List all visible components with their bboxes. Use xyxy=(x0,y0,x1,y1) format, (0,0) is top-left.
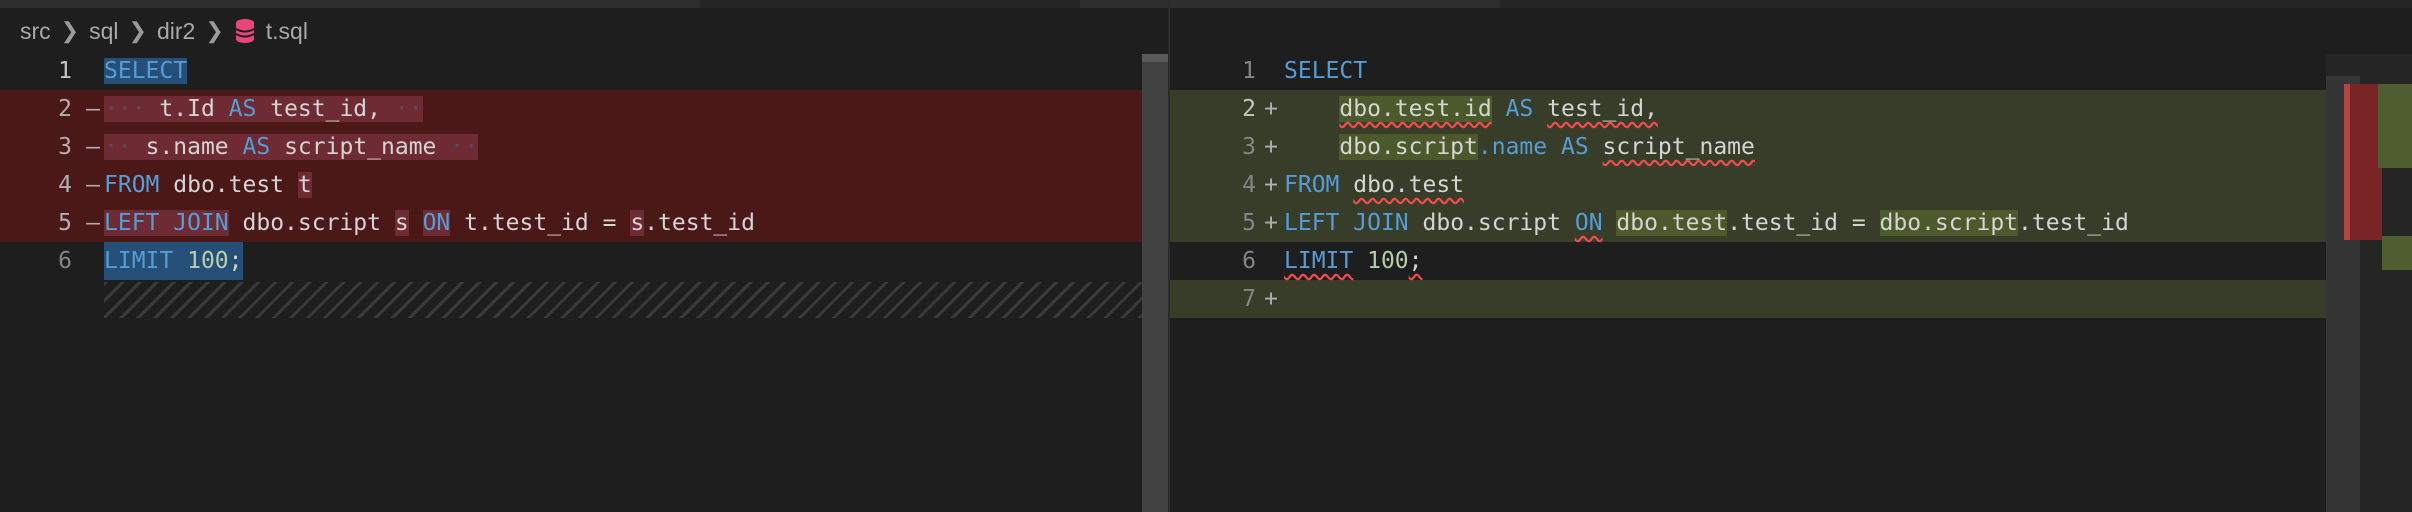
table-ref: dbo.test xyxy=(1616,210,1728,236)
keyword: AS xyxy=(242,134,271,160)
removed-marker: — xyxy=(86,134,100,160)
keyword: AS xyxy=(228,96,257,122)
added-marker: + xyxy=(1264,286,1278,312)
alias: script_name xyxy=(284,134,437,160)
keyword: JOIN xyxy=(173,210,229,236)
code-line[interactable]: LIMIT 100; xyxy=(104,242,243,280)
original-scrollbar-thumb[interactable] xyxy=(1142,54,1168,62)
operator: = xyxy=(1851,210,1866,236)
added-marker: + xyxy=(1264,96,1278,122)
chevron-right-icon: ❯ xyxy=(60,18,80,43)
keyword: FROM xyxy=(1284,172,1340,198)
alias: t xyxy=(297,172,312,198)
keyword: ON xyxy=(422,210,451,236)
table-ref: dbo.test xyxy=(1353,172,1465,198)
overview-added-marker xyxy=(2382,236,2412,270)
line-number: 7 xyxy=(1242,286,1256,312)
code-line[interactable]: dbo.script.name AS script_name xyxy=(1284,128,1755,166)
alias: test_id, xyxy=(270,96,381,122)
database-icon xyxy=(235,19,255,43)
overview-change-marker xyxy=(2344,84,2350,240)
punctuation: ; xyxy=(228,248,243,274)
table-ref: dbo.script xyxy=(1879,210,2019,236)
column-ref: dbo.test.id xyxy=(1339,96,1492,122)
line-number: 5 xyxy=(58,210,72,236)
table-ref: dbo.script xyxy=(1422,210,1561,236)
keyword: SELECT xyxy=(1284,58,1368,84)
line-number: 6 xyxy=(1242,248,1256,274)
keyword: LIMIT xyxy=(104,248,174,274)
breadcrumb-item-file[interactable]: t.sql xyxy=(266,18,308,45)
column-ref: .test_id xyxy=(644,210,755,236)
keyword: AS xyxy=(1505,96,1534,122)
operator: = xyxy=(602,210,617,236)
code-line[interactable]: dbo.test.id AS test_id, xyxy=(1284,90,1658,128)
code-line[interactable]: LEFT JOIN dbo.script s ON t.test_id = s.… xyxy=(104,204,755,242)
column-ref: .test_id xyxy=(1727,210,1838,236)
code-line[interactable]: ··· t.Id AS test_id, ·· xyxy=(104,90,423,128)
code-line[interactable]: SELECT xyxy=(1284,52,1367,90)
punctuation: ; xyxy=(1408,248,1423,274)
line-number: 5 xyxy=(1242,210,1256,236)
line-number: 4 xyxy=(1242,172,1256,198)
diff-sash[interactable] xyxy=(1168,0,1170,512)
added-marker: + xyxy=(1264,210,1278,236)
overview-added-marker xyxy=(2378,84,2412,168)
table-ref: dbo.test xyxy=(173,172,285,198)
keyword: AS xyxy=(1560,134,1589,160)
keyword: ON xyxy=(1574,210,1603,236)
modified-code[interactable]: SELECT dbo.test.id AS test_id, dbo.scrip… xyxy=(0,0,2129,274)
code-line[interactable]: ·· s.name AS script_name ·· xyxy=(104,128,478,166)
keyword: LIMIT xyxy=(1284,248,1354,274)
removed-marker: — xyxy=(86,96,100,122)
code-line[interactable]: FROM dbo.test t xyxy=(104,166,312,204)
line-number: 2 xyxy=(1242,96,1256,122)
breadcrumb-item-dir2[interactable]: dir2 xyxy=(157,18,195,45)
table-ref: dbo.script xyxy=(1339,134,1478,160)
breadcrumb: src ❯ sql ❯ dir2 ❯ t.sql xyxy=(20,14,308,48)
removed-marker: — xyxy=(86,210,100,236)
number-literal: 100 xyxy=(1367,248,1409,274)
original-scrollbar[interactable] xyxy=(1142,54,1168,512)
keyword: LEFT xyxy=(104,210,160,236)
empty-diff-filler xyxy=(104,282,1166,318)
code-line[interactable]: SELECT xyxy=(104,52,188,90)
tab-strip-segment xyxy=(0,0,700,8)
tab-strip xyxy=(0,0,2412,8)
alias: test_id, xyxy=(1547,96,1658,122)
column-ref: t.Id xyxy=(159,96,215,122)
alias: script_name xyxy=(1602,134,1755,160)
keyword: FROM xyxy=(104,172,160,198)
line-number: 3 xyxy=(1242,134,1256,160)
removed-marker: — xyxy=(86,172,100,198)
alias: s xyxy=(394,210,409,236)
number-literal: 100 xyxy=(187,248,229,274)
table-ref: dbo.script xyxy=(242,210,381,236)
code-line[interactable]: LEFT JOIN dbo.script ON dbo.test.test_id… xyxy=(1284,204,2129,242)
keyword: LEFT xyxy=(1284,210,1340,236)
tab-strip-segment xyxy=(1080,0,1500,8)
keyword: JOIN xyxy=(1353,210,1409,236)
column-ref: .name xyxy=(1477,134,1548,160)
alias: s xyxy=(630,210,645,236)
line-number: 1 xyxy=(1242,58,1256,84)
chevron-right-icon: ❯ xyxy=(205,18,224,43)
code-line[interactable]: FROM dbo.test xyxy=(1284,166,1464,204)
code-line[interactable]: LIMIT 100; xyxy=(1284,242,1423,280)
column-ref: .test_id xyxy=(2018,210,2129,236)
added-marker: + xyxy=(1264,134,1278,160)
overview-removed-marker xyxy=(2346,84,2382,240)
chevron-right-icon: ❯ xyxy=(128,18,147,43)
column-ref: t.test_id xyxy=(464,210,589,236)
added-lines-highlight xyxy=(1170,280,2348,318)
keyword: SELECT xyxy=(104,58,188,84)
line-number: 6 xyxy=(58,248,72,274)
column-ref: s.name xyxy=(145,134,229,160)
added-marker: + xyxy=(1264,172,1278,198)
breadcrumb-item-sql[interactable]: sql xyxy=(89,18,118,45)
